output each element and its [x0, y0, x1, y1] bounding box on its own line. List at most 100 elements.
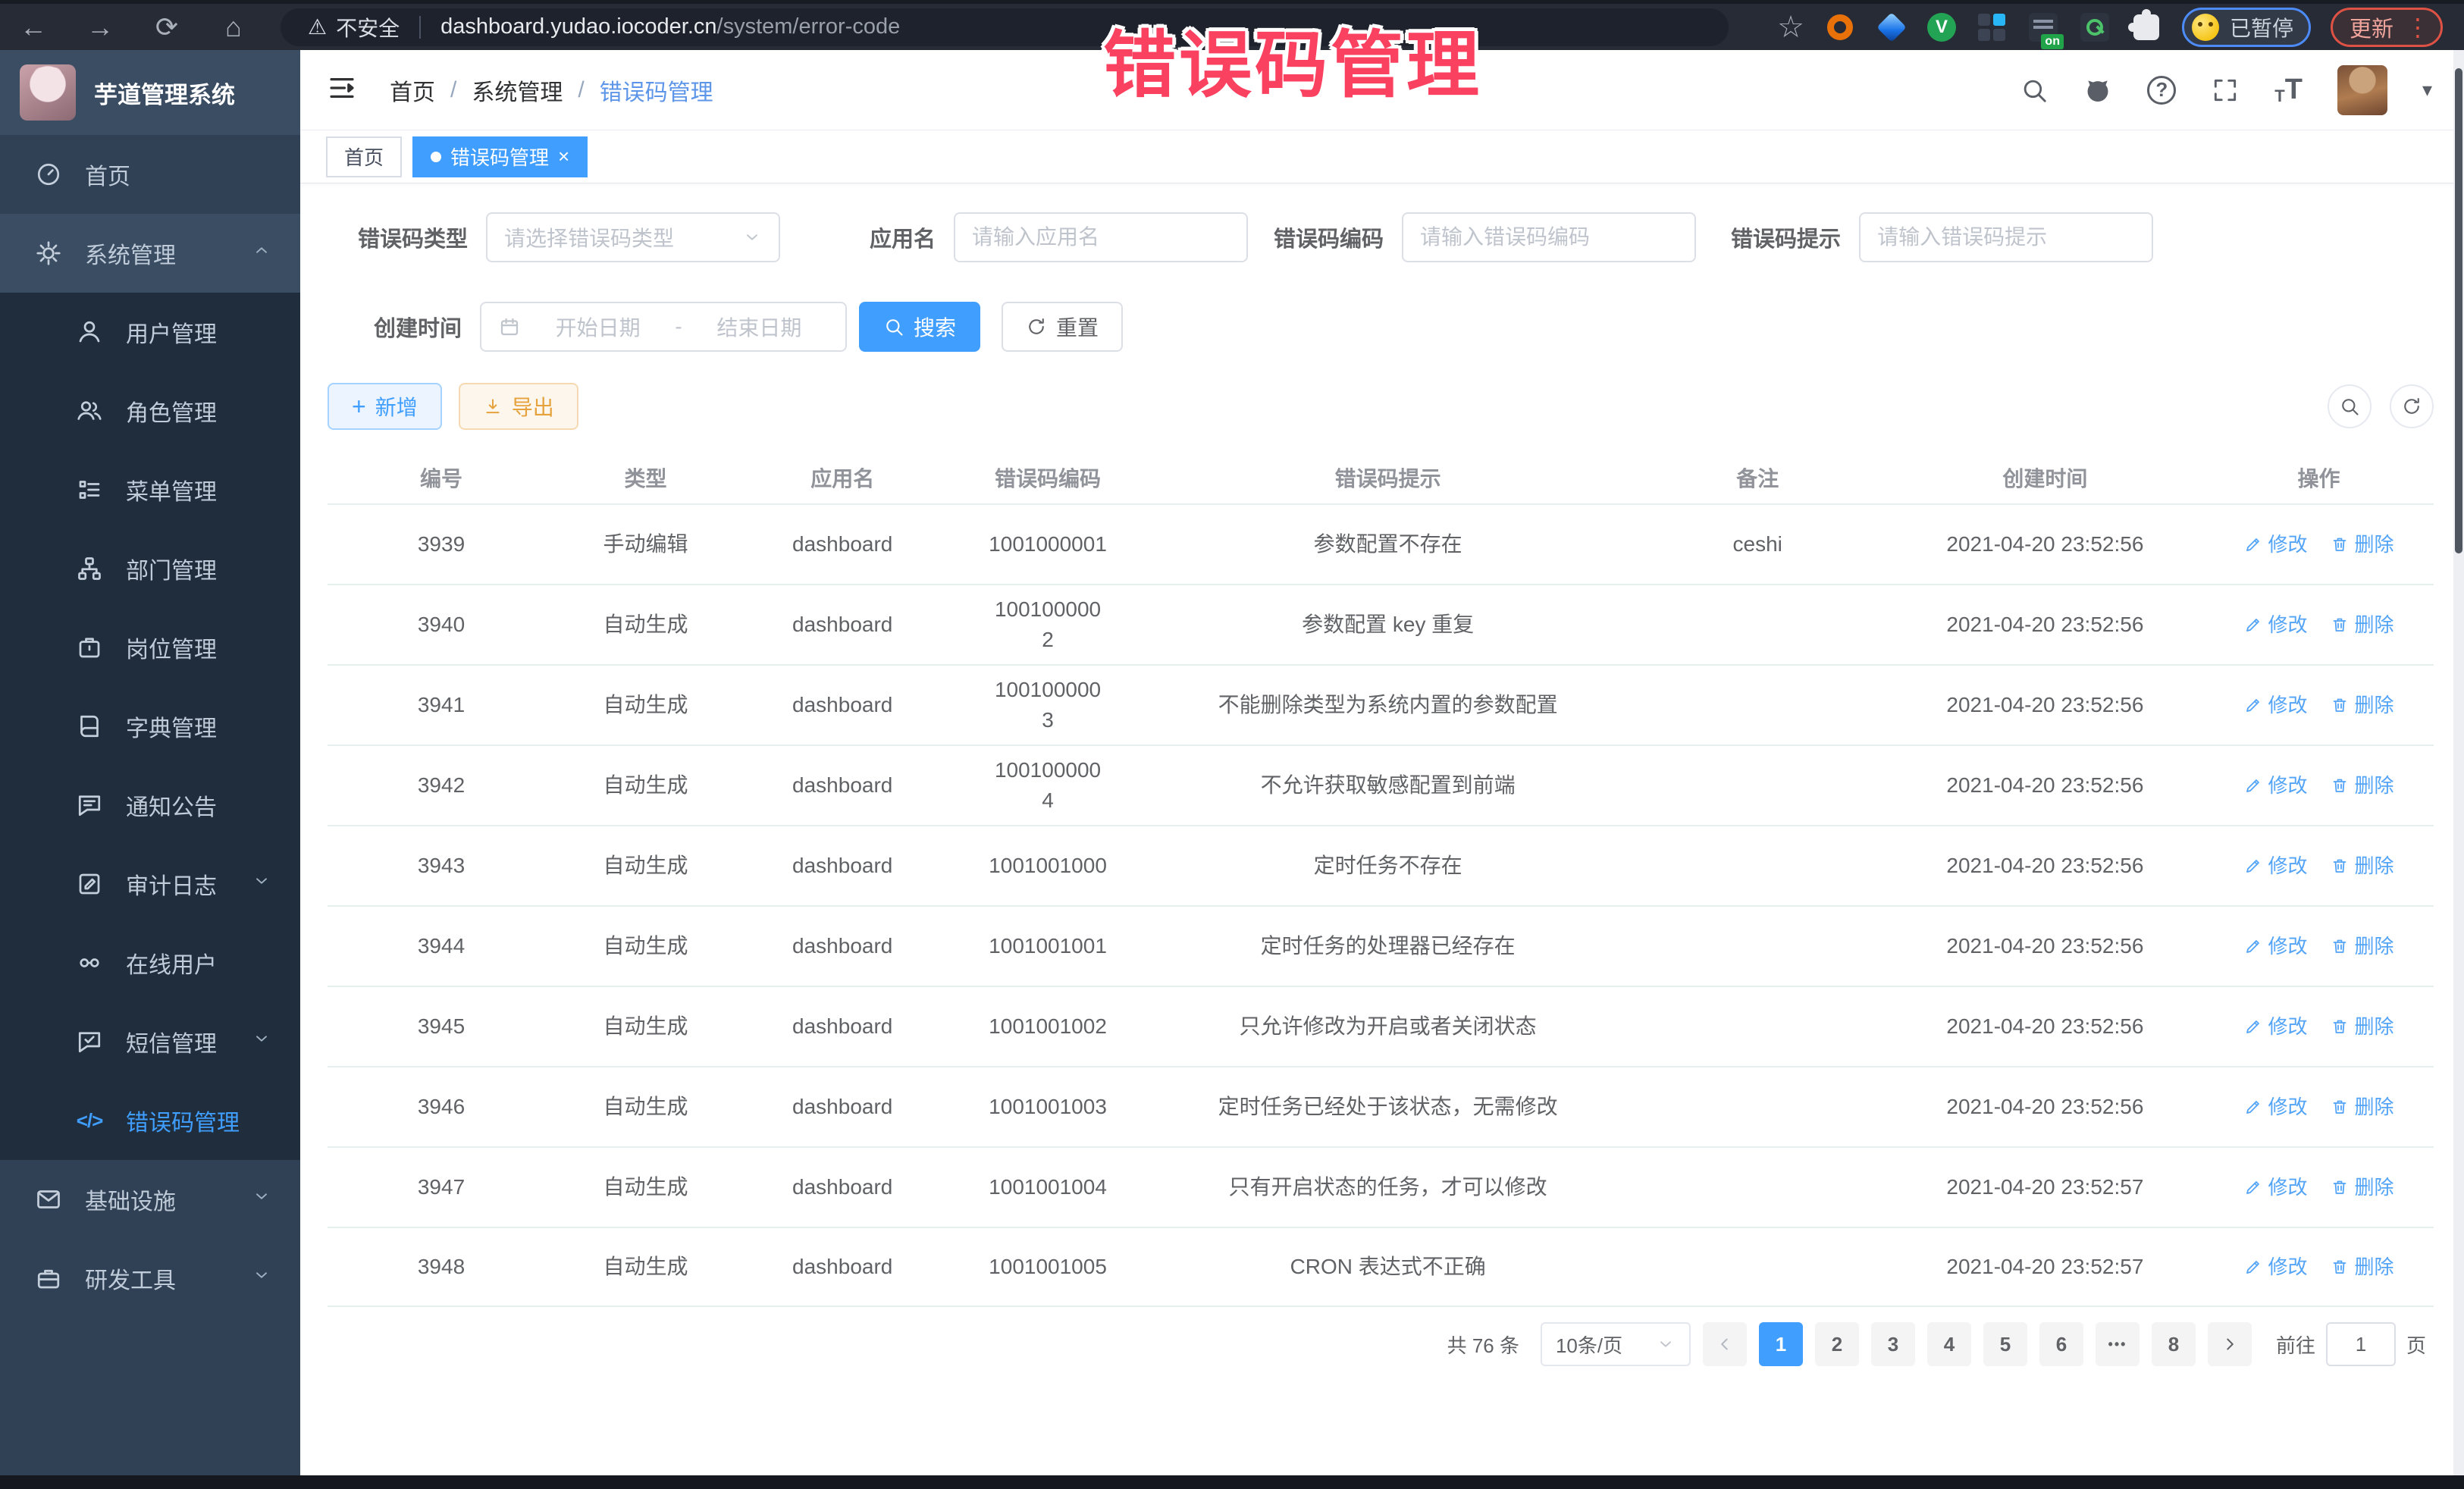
delete-link[interactable]: 删除: [2331, 610, 2394, 640]
breadcrumb-system[interactable]: 系统管理: [472, 74, 563, 107]
sidebar-item-4[interactable]: 菜单管理: [0, 450, 300, 529]
sidebar-item-7[interactable]: 字典管理: [0, 687, 300, 766]
sidebar-item-13[interactable]: 基础设施: [0, 1160, 300, 1239]
edit-link[interactable]: 修改: [2244, 770, 2308, 801]
ext-puzzle-icon[interactable]: [2130, 11, 2162, 43]
avatar-caret-icon[interactable]: ▾: [2422, 78, 2432, 102]
cell-time: 2021-04-20 23:52:56: [1886, 851, 2204, 881]
edit-link[interactable]: 修改: [2244, 1092, 2308, 1122]
browser-forward-icon[interactable]: →: [83, 11, 117, 43]
column-header: 应用名: [736, 464, 949, 494]
goto-page-input[interactable]: [2326, 1322, 2396, 1366]
sidebar-item-11[interactable]: 短信管理: [0, 1002, 300, 1081]
sidebar-item-1[interactable]: 系统管理: [0, 214, 300, 293]
edit-link[interactable]: 修改: [2244, 690, 2308, 720]
page-button-6[interactable]: 6: [2039, 1322, 2083, 1366]
user-avatar[interactable]: [2337, 65, 2387, 115]
delete-link[interactable]: 删除: [2331, 690, 2394, 720]
address-bar[interactable]: ⚠ 不安全 dashboard.yudao.iocoder.cn/system/…: [281, 8, 1729, 46]
delete-link[interactable]: 删除: [2331, 1092, 2394, 1122]
sidebar-item-5[interactable]: 部门管理: [0, 529, 300, 608]
edit-link[interactable]: 修改: [2244, 931, 2308, 961]
browser-home-icon[interactable]: ⌂: [217, 11, 250, 43]
search-button[interactable]: 搜索: [859, 302, 980, 352]
paused-pill[interactable]: 已暂停: [2182, 8, 2311, 47]
filter-hint-input[interactable]: [1877, 225, 2135, 249]
prev-page-button[interactable]: [1703, 1322, 1747, 1366]
edit-link[interactable]: 修改: [2244, 1252, 2308, 1282]
page-button-2[interactable]: 2: [1815, 1322, 1859, 1366]
page-buttons: 123456 ••• 8: [1747, 1322, 2196, 1366]
page-button-4[interactable]: 4: [1927, 1322, 1971, 1366]
sidebar-item-9[interactable]: 审计日志: [0, 845, 300, 923]
sidebar-item-14[interactable]: 研发工具: [0, 1239, 300, 1318]
tag-error-code[interactable]: 错误码管理 ×: [412, 136, 588, 177]
delete-link[interactable]: 删除: [2331, 931, 2394, 961]
app-logo-row[interactable]: 芋道管理系统: [0, 50, 300, 135]
pagination: 共 76 条 10条/页 123456•••8 前往 页: [328, 1322, 2434, 1366]
sidebar-item-2[interactable]: 用户管理: [0, 293, 300, 371]
ext-key-icon[interactable]: [2079, 11, 2111, 43]
page-size-select[interactable]: 10条/页: [1541, 1322, 1691, 1366]
filter-app-input[interactable]: [972, 225, 1230, 249]
sidebar-item-10[interactable]: 在线用户: [0, 923, 300, 1002]
edit-link[interactable]: 修改: [2244, 610, 2308, 640]
page-button-8[interactable]: 8: [2152, 1322, 2196, 1366]
delete-link[interactable]: 删除: [2331, 529, 2394, 560]
fullscreen-icon[interactable]: [2211, 76, 2240, 105]
add-button[interactable]: + 新增: [328, 383, 442, 430]
page-button-3[interactable]: 3: [1871, 1322, 1915, 1366]
refresh-table-button[interactable]: [2390, 384, 2434, 428]
filter-code-input[interactable]: [1420, 225, 1678, 249]
help-icon[interactable]: ?: [2147, 76, 2176, 105]
cell-code: 1001001005: [948, 1252, 1146, 1282]
tag-home[interactable]: 首页: [326, 136, 402, 177]
sidebar-item-12[interactable]: </>错误码管理: [0, 1081, 300, 1160]
browser-reload-icon[interactable]: ⟳: [150, 11, 183, 43]
page-ellipsis-button[interactable]: •••: [2096, 1322, 2140, 1366]
next-page-button[interactable]: [2208, 1322, 2252, 1366]
header-search-icon[interactable]: [2020, 76, 2049, 105]
ext-gem-icon[interactable]: [1876, 11, 1908, 43]
cell-code: 1001001000: [948, 851, 1146, 881]
edit-link[interactable]: 修改: [2244, 529, 2308, 560]
ext-tampermonkey-icon[interactable]: on: [2027, 11, 2059, 43]
ext-green-icon[interactable]: V: [1927, 13, 1956, 42]
sidebar-item-3[interactable]: 角色管理: [0, 371, 300, 450]
page-button-1[interactable]: 1: [1759, 1322, 1803, 1366]
sidebar-item-6[interactable]: 岗位管理: [0, 608, 300, 687]
font-size-icon[interactable]: TT: [2274, 74, 2303, 106]
tag-close-icon[interactable]: ×: [558, 145, 569, 168]
filter-type-select[interactable]: 请选择错误码类型: [486, 212, 780, 262]
ext-orange-icon[interactable]: [1824, 11, 1856, 43]
toggle-search-button[interactable]: [2328, 384, 2372, 428]
ext-grid-icon[interactable]: [1976, 11, 2008, 43]
edit-link[interactable]: 修改: [2244, 1011, 2308, 1042]
github-icon[interactable]: [2083, 76, 2112, 105]
page-button-5[interactable]: 5: [1983, 1322, 2027, 1366]
edit-link[interactable]: 修改: [2244, 1172, 2308, 1202]
hamburger-icon[interactable]: [326, 72, 358, 108]
sidebar-item-0[interactable]: 首页: [0, 135, 300, 214]
edit-link[interactable]: 修改: [2244, 851, 2308, 881]
scrollbar-thumb[interactable]: [2455, 68, 2462, 553]
sidebar-item-8[interactable]: 通知公告: [0, 766, 300, 845]
cell-app: dashboard: [736, 1092, 949, 1122]
delete-link[interactable]: 删除: [2331, 851, 2394, 881]
table-row: 3948自动生成dashboard1001001005CRON 表达式不正确20…: [328, 1227, 2434, 1307]
security-warning[interactable]: ⚠ 不安全: [308, 12, 400, 42]
breadcrumb-home[interactable]: 首页: [390, 74, 435, 107]
update-button[interactable]: 更新 ⋮: [2331, 8, 2443, 47]
delete-link[interactable]: 删除: [2331, 770, 2394, 801]
delete-link[interactable]: 删除: [2331, 1172, 2394, 1202]
delete-link[interactable]: 删除: [2331, 1011, 2394, 1042]
table-row: 3944自动生成dashboard1001001001定时任务的处理器已经存在2…: [328, 905, 2434, 986]
kebab-menu-icon[interactable]: ⋮: [2406, 13, 2430, 42]
window-scrollbar[interactable]: [2453, 50, 2464, 1475]
export-button[interactable]: 导出: [459, 383, 578, 430]
bookmark-star-icon[interactable]: ☆: [1777, 10, 1804, 45]
date-range-picker[interactable]: 开始日期 - 结束日期: [480, 302, 847, 352]
reset-button[interactable]: 重置: [1002, 302, 1123, 352]
delete-link[interactable]: 删除: [2331, 1252, 2394, 1282]
browser-back-icon[interactable]: ←: [17, 11, 50, 43]
